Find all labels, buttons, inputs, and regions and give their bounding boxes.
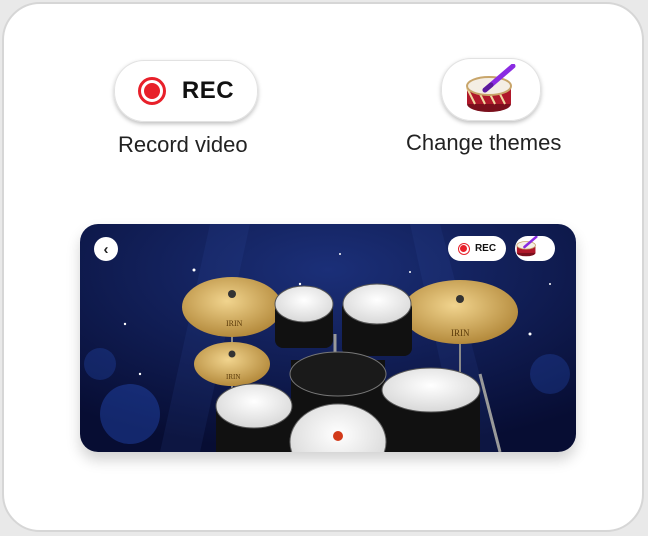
- record-caption: Record video: [118, 132, 248, 157]
- drum-theme-icon-small: [516, 236, 538, 257]
- chevron-left-icon: ‹: [103, 240, 109, 258]
- preview-theme-button[interactable]: [515, 236, 555, 261]
- record-icon-small: [457, 242, 470, 255]
- change-theme-button[interactable]: [441, 58, 541, 121]
- record-label: REC: [181, 77, 235, 104]
- record-icon: [137, 77, 166, 105]
- preview-record-button[interactable]: REC: [448, 236, 506, 261]
- feature-card: REC Record video Change themes IRIN IRIN…: [2, 2, 644, 532]
- cymbal-brand-3: IRIN: [451, 328, 470, 338]
- drum-theme-icon: [466, 63, 516, 112]
- record-button[interactable]: REC: [114, 60, 258, 122]
- drum-kit-preview: IRIN IRIN IRIN ‹ REC: [80, 224, 576, 452]
- back-button[interactable]: ‹: [94, 237, 118, 261]
- theme-caption: Change themes: [406, 130, 562, 155]
- cymbal-brand-2: IRIN: [226, 373, 240, 381]
- preview-record-label: REC: [474, 243, 497, 254]
- cymbal-brand-1: IRIN: [226, 319, 243, 328]
- drum-kit-scene: IRIN IRIN IRIN: [80, 224, 576, 452]
